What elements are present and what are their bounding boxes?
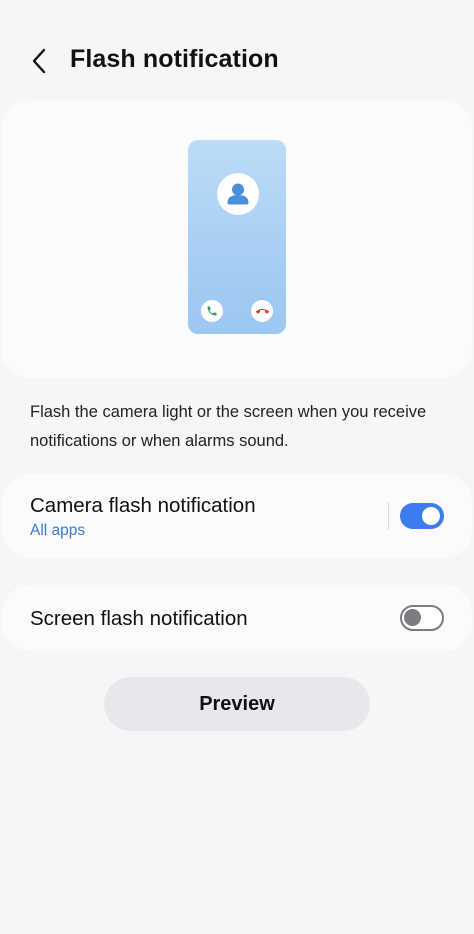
camera-flash-toggle[interactable] <box>400 503 444 529</box>
back-button[interactable] <box>24 46 54 76</box>
illustration-card <box>2 100 472 378</box>
camera-flash-setting[interactable]: Camera flash notification All apps <box>2 474 472 558</box>
person-icon <box>217 173 259 215</box>
preview-button[interactable]: Preview <box>104 677 370 731</box>
screen-flash-toggle[interactable] <box>400 605 444 631</box>
vertical-divider <box>388 502 389 530</box>
phone-accept-icon <box>201 300 223 322</box>
phone-decline-icon <box>251 300 273 322</box>
chevron-left-icon <box>32 48 46 74</box>
toggle-knob <box>404 609 421 626</box>
toggle-knob <box>422 507 440 525</box>
camera-flash-subtitle[interactable]: All apps <box>30 522 85 540</box>
page-title: Flash notification <box>70 45 279 73</box>
flash-notification-screen: Flash notification Flash the camera ligh… <box>0 0 474 934</box>
header: Flash notification <box>0 28 474 92</box>
screen-flash-title: Screen flash notification <box>30 607 248 630</box>
screen-flash-setting[interactable]: Screen flash notification <box>2 585 472 651</box>
phone-illustration <box>188 140 286 334</box>
camera-flash-title: Camera flash notification <box>30 494 256 517</box>
description-text: Flash the camera light or the screen whe… <box>30 403 427 450</box>
